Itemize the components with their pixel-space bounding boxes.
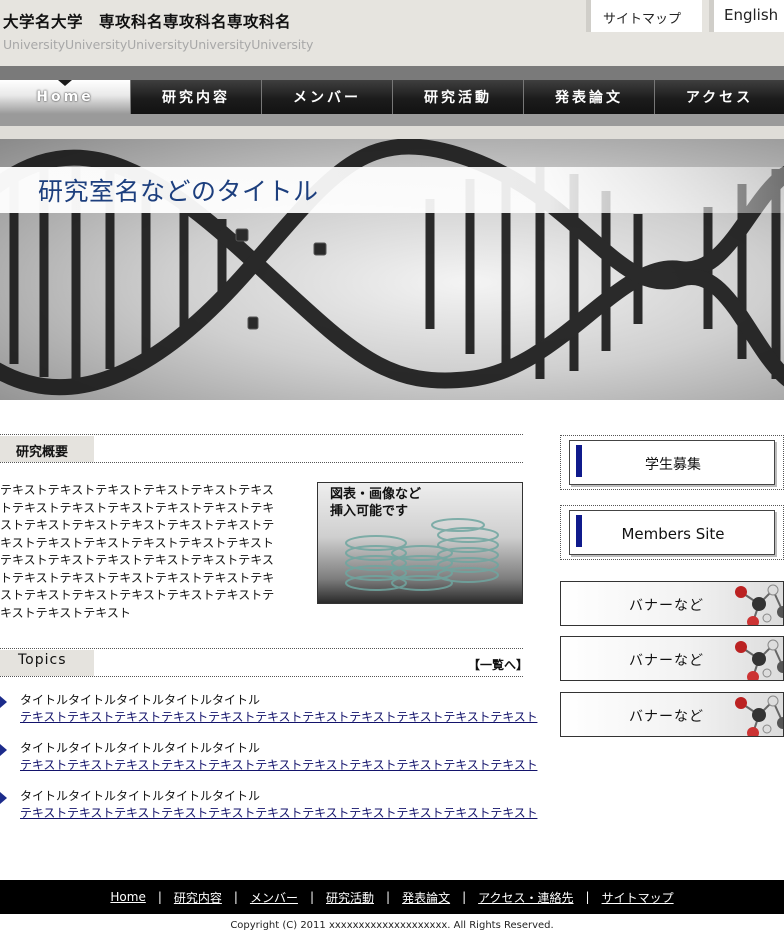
sitemap-button[interactable]: サイトマップ — [586, 0, 702, 32]
topic-title: タイトルタイトルタイトルタイトルタイトル — [20, 741, 261, 755]
footer-separator: | — [157, 890, 162, 904]
members-site-label: Members Site — [621, 524, 725, 543]
nav-item-home[interactable]: Home — [0, 80, 131, 114]
molecule-icon — [735, 584, 783, 625]
topics-heading: Topics — [0, 650, 94, 676]
overview-heading: 研究概要 — [0, 436, 94, 462]
arrow-icon — [0, 696, 7, 708]
ad-banner[interactable]: バナーなど — [560, 636, 784, 681]
site-footer: Home | 研究内容 | メンバー | 研究活動 | 発表論文 | アクセス・… — [0, 880, 784, 914]
footer-link-members[interactable]: メンバー — [250, 889, 298, 906]
figure-caption: 図表・画像など 挿入可能です — [330, 487, 422, 519]
footer-separator: | — [309, 890, 314, 904]
university-name: 大学名大学 専攻科名専攻科名専攻科名 — [3, 12, 292, 31]
banner-frame: Members Site — [569, 510, 775, 555]
student-recruit-label: 学生募集 — [645, 456, 701, 473]
footer-link-papers[interactable]: 発表論文 — [402, 889, 450, 906]
footer-link-activities[interactable]: 研究活動 — [326, 889, 374, 906]
ad-banner-label: バナーなど — [629, 653, 704, 669]
english-button[interactable]: English — [709, 0, 784, 32]
hero-banner: 研究室名などのタイトル — [0, 139, 784, 400]
molecule-icon — [735, 639, 783, 680]
section-divider — [0, 648, 523, 649]
topic-link[interactable]: テキストテキストテキストテキストテキストテキストテキストテキストテキストテキスト… — [20, 804, 538, 821]
footer-link-access[interactable]: アクセス・連絡先 — [478, 889, 573, 906]
footer-separator: | — [233, 890, 238, 904]
nav-item-members[interactable]: メンバー — [262, 80, 393, 114]
ad-banner[interactable]: バナーなど — [560, 581, 784, 626]
topic-title: タイトルタイトルタイトルタイトルタイトル — [20, 693, 261, 707]
nav-bottom-bar — [0, 114, 784, 126]
figure-image: 図表・画像など 挿入可能です — [317, 482, 523, 604]
student-recruit-banner[interactable]: 学生募集 — [560, 435, 784, 490]
banner-frame: 学生募集 — [569, 440, 775, 485]
ad-banner[interactable]: バナーなど — [560, 692, 784, 737]
university-sub-name: UniversityUniversityUniversityUniversity… — [3, 37, 314, 52]
arrow-icon — [0, 744, 7, 756]
section-divider — [0, 676, 523, 677]
footer-link-research[interactable]: 研究内容 — [174, 889, 222, 906]
footer-link-sitemap[interactable]: サイトマップ — [602, 889, 674, 906]
copyright-text: Copyright (C) 2011 xxxxxxxxxxxxxxxxxxxx.… — [230, 920, 554, 931]
footer-separator: | — [462, 890, 467, 904]
topic-link[interactable]: テキストテキストテキストテキストテキストテキストテキストテキストテキストテキスト… — [20, 708, 538, 725]
nav-item-research[interactable]: 研究内容 — [131, 80, 262, 114]
molecule-icon — [735, 695, 783, 736]
members-site-banner[interactable]: Members Site — [560, 505, 784, 560]
overview-text: テキストテキストテキストテキストテキストテキストテキストテキストテキストテキスト… — [0, 483, 275, 620]
nav-item-access[interactable]: アクセス — [655, 80, 784, 114]
site-header: 大学名大学 専攻科名専攻科名専攻科名 UniversityUniversityU… — [0, 0, 784, 66]
nav-item-papers[interactable]: 発表論文 — [524, 80, 655, 114]
topic-title: タイトルタイトルタイトルタイトルタイトル — [20, 789, 261, 803]
footer-link-home[interactable]: Home — [110, 890, 145, 904]
footer-separator: | — [386, 890, 391, 904]
hero-title: 研究室名などのタイトル — [38, 177, 319, 206]
ad-banner-label: バナーなど — [629, 709, 704, 725]
section-divider — [0, 434, 523, 435]
footer-separator: | — [585, 890, 590, 904]
main-nav: Home 研究内容 メンバー 研究活動 発表論文 アクセス — [0, 80, 784, 114]
topics-list-link[interactable]: 【一覧へ】 — [468, 656, 528, 673]
arrow-icon — [0, 792, 7, 804]
nav-top-bar — [0, 66, 784, 80]
ad-banner-label: バナーなど — [629, 598, 704, 614]
topic-link[interactable]: テキストテキストテキストテキストテキストテキストテキストテキストテキストテキスト… — [20, 756, 538, 773]
section-divider — [0, 462, 523, 463]
nav-item-activities[interactable]: 研究活動 — [393, 80, 524, 114]
